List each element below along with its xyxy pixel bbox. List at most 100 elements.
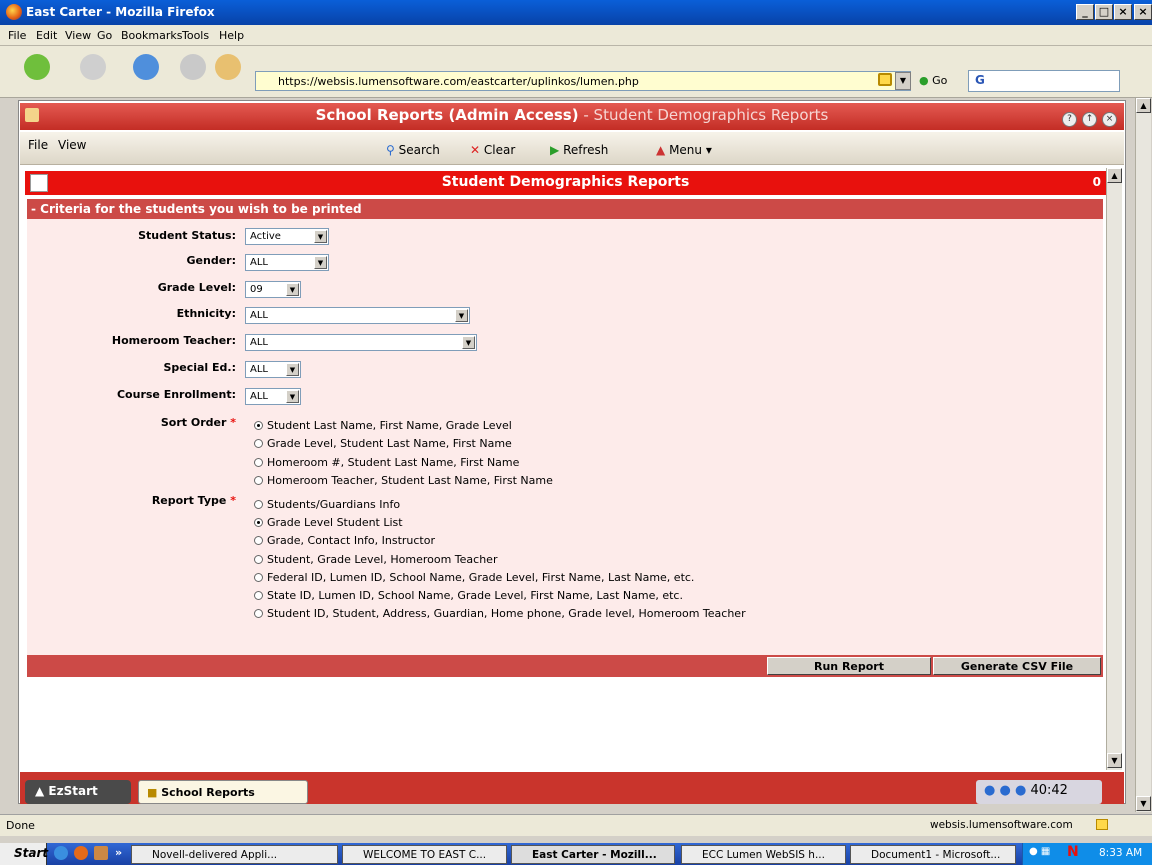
scroll-up-icon[interactable]: ▲: [1136, 98, 1151, 113]
outer-close-button[interactable]: ×: [1134, 4, 1152, 20]
refresh-button[interactable]: ▶ Refresh: [550, 143, 608, 157]
report-scrollbar[interactable]: ▲ ▼: [1106, 168, 1122, 770]
report-type-option[interactable]: Students/Guardians Info: [254, 498, 400, 511]
menu-go[interactable]: Go: [97, 29, 112, 42]
chevron-down-icon: ▼: [314, 256, 327, 269]
radio-icon: [254, 518, 263, 527]
system-tray: ● ▦ N 8:33 AM: [1022, 843, 1152, 865]
ethnicity-select[interactable]: ALL ▼: [245, 307, 470, 324]
menu-edit[interactable]: Edit: [36, 29, 57, 42]
firefox-quicklaunch-icon[interactable]: [74, 846, 88, 860]
reload-icon[interactable]: [133, 54, 159, 80]
more-icon[interactable]: »: [115, 846, 122, 859]
student-status-label: Student Status:: [138, 229, 236, 242]
task-welcome[interactable]: WELCOME TO EAST C...: [342, 845, 507, 864]
sort-option[interactable]: Grade Level, Student Last Name, First Na…: [254, 437, 512, 450]
homeroom-teacher-label: Homeroom Teacher:: [111, 334, 236, 347]
windows-taskbar: Start » Novell-delivered Appli... WELCOM…: [0, 843, 1152, 865]
novell-icon[interactable]: N: [1067, 844, 1079, 860]
app-header: School Reports (Admin Access) - Student …: [20, 103, 1124, 130]
radio-icon: [254, 591, 263, 600]
course-enrollment-value: ALL: [250, 391, 268, 402]
report-type-option[interactable]: Grade, Contact Info, Instructor: [254, 534, 435, 547]
app-menu-view[interactable]: View: [58, 138, 86, 152]
grade-level-select[interactable]: 09 ▼: [245, 281, 301, 298]
ethnicity-label: Ethnicity:: [176, 307, 236, 320]
menu-file[interactable]: File: [8, 29, 26, 42]
app-menu-file[interactable]: File: [28, 138, 48, 152]
ie-icon[interactable]: [54, 846, 68, 860]
report-type-option[interactable]: Student ID, Student, Address, Guardian, …: [254, 607, 746, 620]
ethnicity-value: ALL: [250, 310, 268, 321]
task-document1[interactable]: Document1 - Microsoft...: [850, 845, 1016, 864]
report-type-option-label: Student ID, Student, Address, Guardian, …: [267, 607, 746, 620]
refresh-app-icon[interactable]: ↑: [1082, 112, 1097, 127]
task-east-carter[interactable]: East Carter - Mozill...: [511, 845, 675, 864]
scroll-down-icon[interactable]: ▼: [1107, 753, 1122, 768]
run-report-button[interactable]: Run Report: [767, 657, 931, 675]
start-button[interactable]: Start: [0, 843, 48, 865]
course-enrollment-select[interactable]: ALL ▼: [245, 388, 301, 405]
status-text: Done: [6, 819, 35, 832]
radio-icon: [254, 500, 263, 509]
menu-tools[interactable]: Tools: [182, 29, 209, 42]
sort-option[interactable]: Student Last Name, First Name, Grade Lev…: [254, 419, 512, 432]
scroll-down-icon[interactable]: ▼: [1136, 796, 1151, 811]
report-type-option[interactable]: State ID, Lumen ID, School Name, Grade L…: [254, 589, 683, 602]
close-app-icon[interactable]: ×: [1102, 112, 1117, 127]
menu-label: Menu ▾: [669, 143, 712, 157]
task-novell[interactable]: Novell-delivered Appli...: [131, 845, 338, 864]
chevron-down-icon: ▼: [462, 336, 475, 349]
close-button[interactable]: ×: [1114, 4, 1132, 20]
browser-scrollbar[interactable]: ▲ ▼: [1135, 98, 1151, 812]
go-label: Go: [932, 74, 948, 87]
report-type-label: Report Type *: [28, 494, 236, 507]
sort-option[interactable]: Homeroom Teacher, Student Last Name, Fir…: [254, 474, 553, 487]
student-status-value: Active: [250, 231, 281, 242]
refresh-icon: ▶: [550, 143, 560, 157]
home-icon[interactable]: [215, 54, 241, 80]
report-type-option-label: Grade Level Student List: [267, 516, 403, 529]
app-quicklaunch-icon[interactable]: [94, 846, 108, 860]
tray-time: 8:33 AM: [1099, 847, 1143, 859]
forward-icon[interactable]: [80, 54, 106, 80]
radio-icon: [254, 536, 263, 545]
report-type-option[interactable]: Grade Level Student List: [254, 516, 403, 529]
back-icon[interactable]: [24, 54, 50, 80]
school-reports-icon: ■: [147, 786, 162, 799]
search-button[interactable]: ⚲ Search: [386, 143, 440, 157]
generate-csv-button[interactable]: Generate CSV File: [933, 657, 1101, 675]
lock-icon: [1096, 819, 1108, 830]
url-input[interactable]: https://websis.lumensoftware.com/eastcar…: [255, 71, 911, 91]
clear-label: Clear: [483, 143, 516, 157]
chevron-down-icon: ▼: [286, 363, 299, 376]
task-ecc-lumen[interactable]: ECC Lumen WebSIS h...: [681, 845, 846, 864]
stop-icon[interactable]: [180, 54, 206, 80]
go-button[interactable]: ● Go: [919, 74, 947, 87]
homeroom-teacher-select[interactable]: ALL ▼: [245, 334, 477, 351]
school-reports-tab[interactable]: ■ School Reports: [138, 780, 308, 804]
gender-select[interactable]: ALL ▼: [245, 254, 329, 271]
url-dropdown-icon[interactable]: ▼: [895, 72, 911, 90]
special-ed-select[interactable]: ALL ▼: [245, 361, 301, 378]
menu-button[interactable]: ▲ Menu ▾: [656, 143, 712, 157]
menu-help[interactable]: Help: [219, 29, 244, 42]
search-box[interactable]: G: [968, 70, 1120, 92]
scroll-up-icon[interactable]: ▲: [1107, 168, 1122, 183]
gender-value: ALL: [250, 257, 268, 268]
refresh-label: Refresh: [563, 143, 609, 157]
help-icon[interactable]: ?: [1062, 112, 1077, 127]
minimize-button[interactable]: _: [1076, 4, 1094, 20]
menu-bookmarks[interactable]: Bookmarks: [121, 29, 182, 42]
maximize-button[interactable]: □: [1095, 4, 1113, 20]
sort-option[interactable]: Homeroom #, Student Last Name, First Nam…: [254, 456, 519, 469]
report-title-text: Student Demographics Reports: [441, 174, 690, 190]
ezstart-button[interactable]: ▲ EzStart: [25, 780, 131, 804]
report-type-option[interactable]: Student, Grade Level, Homeroom Teacher: [254, 553, 497, 566]
special-ed-label: Special Ed.:: [163, 361, 236, 374]
app-subtitle: - Student Demographics Reports: [578, 106, 829, 124]
report-type-option[interactable]: Federal ID, Lumen ID, School Name, Grade…: [254, 571, 694, 584]
student-status-select[interactable]: Active ▼: [245, 228, 329, 245]
menu-view[interactable]: View: [65, 29, 91, 42]
clear-button[interactable]: ✕ Clear: [470, 143, 515, 157]
